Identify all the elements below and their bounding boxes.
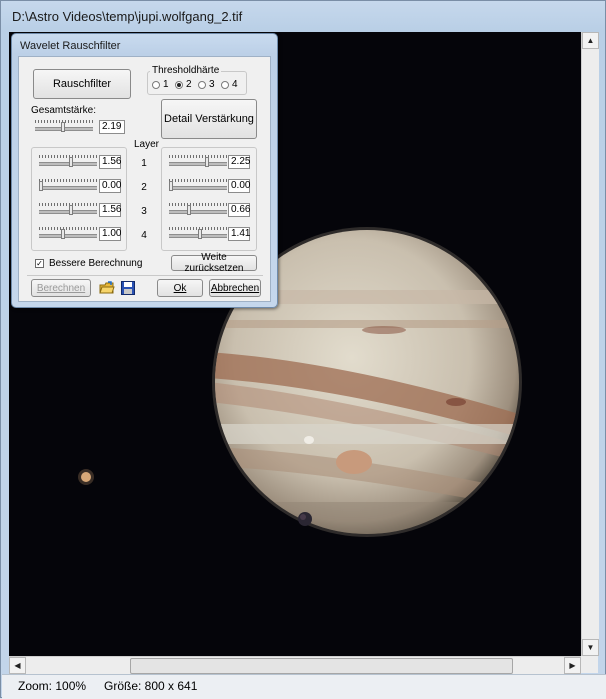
bessere-berechnung-label: Bessere Berechnung [49,258,143,269]
wavelet-dialog: Wavelet Rauschfilter Rauschfilter Thresh… [11,33,278,308]
size-status: Größe: 800 x 641 [104,679,198,693]
threshold-option-1: 1 [163,79,169,90]
slider-thumb[interactable] [61,122,65,132]
berechnen-button[interactable]: Berechnen [31,279,91,297]
right-slider-layer-4[interactable] [169,227,229,241]
save-icon[interactable] [121,281,136,295]
weite-zuruecksetzen-button[interactable]: Weite zurücksetzen [171,252,257,274]
left-slider-layer-2[interactable] [39,179,99,193]
dialog-title: Wavelet Rauschfilter [20,40,121,52]
dialog-divider [27,275,263,276]
scroll-up-icon[interactable]: ▲ [582,32,599,49]
threshold-radio-1[interactable] [152,81,160,89]
threshold-radio-3[interactable] [198,81,206,89]
horizontal-scrollbar[interactable]: ◀ ▶ [9,656,581,674]
horizontal-scroll-thumb[interactable] [130,658,513,674]
vertical-scrollbar[interactable]: ▲ ▼ [581,32,599,656]
scroll-down-icon[interactable]: ▼ [582,639,599,656]
ok-button[interactable]: Ok [157,279,203,297]
left-value-layer-1[interactable]: 1.56 [99,155,121,169]
right-slider-layer-3[interactable] [169,203,229,217]
scroll-left-icon[interactable]: ◀ [9,657,26,674]
slider-thumb[interactable] [39,181,43,191]
threshold-option-2: 2 [186,79,192,90]
dialog-body: Rauschfilter Thresholdhärte 1 2 3 4 Gesa… [18,56,271,302]
slider-thumb[interactable] [169,181,173,191]
scrollbar-corner [581,656,598,673]
threshold-option-4: 4 [232,79,238,90]
layer-number-1: 1 [141,158,147,169]
gesamtstaerke-label: Gesamtstärke: [31,105,97,116]
threshold-radio-2[interactable] [175,81,183,89]
slider-thumb[interactable] [187,205,191,215]
status-bar: Zoom: 100% Größe: 800 x 641 [2,674,606,699]
slider-thumb[interactable] [69,205,73,215]
layer-number-4: 4 [141,230,147,241]
left-slider-layer-1[interactable] [39,155,99,169]
left-slider-layer-4[interactable] [39,227,99,241]
window-title: D:\Astro Videos\temp\jupi.wolfgang_2.tif [12,9,243,24]
right-value-layer-4[interactable]: 1.41 [228,227,250,241]
layer-number-3: 3 [141,206,147,217]
image-canvas[interactable]: Wavelet Rauschfilter Rauschfilter Thresh… [9,32,581,656]
right-value-layer-2[interactable]: 0.00 [228,179,250,193]
slider-thumb[interactable] [205,157,209,167]
detail-verstaerkung-button[interactable]: Detail Verstärkung [161,99,257,139]
left-value-layer-2[interactable]: 0.00 [99,179,121,193]
rauschfilter-button[interactable]: Rauschfilter [33,69,131,99]
right-slider-layer-1[interactable] [169,155,229,169]
zoom-status: Zoom: 100% [18,679,87,693]
gesamtstaerke-slider[interactable] [35,120,95,134]
right-value-layer-3[interactable]: 0.66 [228,203,250,217]
slider-thumb[interactable] [69,157,73,167]
layer-number-2: 2 [141,182,147,193]
threshold-radio-4[interactable] [221,81,229,89]
left-value-layer-4[interactable]: 1.00 [99,227,121,241]
right-slider-layer-2[interactable] [169,179,229,193]
layer-label: Layer [134,139,160,150]
image-window: D:\Astro Videos\temp\jupi.wolfgang_2.tif [0,0,606,699]
threshold-label: Thresholdhärte [150,65,222,76]
threshold-option-3: 3 [209,79,215,90]
threshold-group: Thresholdhärte 1 2 3 4 [147,65,247,95]
gesamtstaerke-value[interactable]: 2.19 [99,120,125,134]
left-slider-layer-3[interactable] [39,203,99,217]
open-folder-icon[interactable] [99,281,115,295]
left-value-layer-3[interactable]: 1.56 [99,203,121,217]
slider-thumb[interactable] [198,229,202,239]
slider-thumb[interactable] [61,229,65,239]
right-value-layer-1[interactable]: 2.25 [228,155,250,169]
abbrechen-button[interactable]: Abbrechen [209,279,261,297]
bessere-berechnung-checkbox[interactable]: ✓ [35,259,44,268]
scroll-right-icon[interactable]: ▶ [564,657,581,674]
